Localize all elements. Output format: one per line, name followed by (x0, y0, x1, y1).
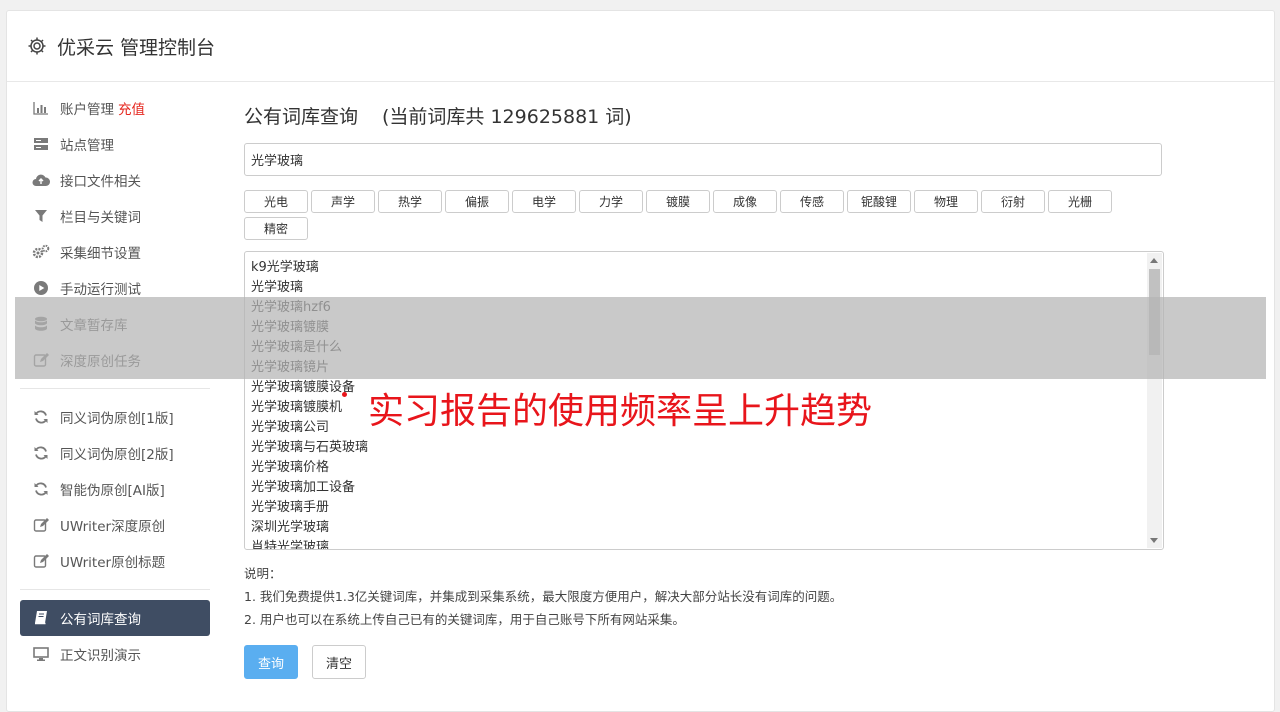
clear-button[interactable]: 清空 (312, 645, 366, 679)
category-tag[interactable]: 光栅 (1048, 190, 1112, 213)
sidebar-item-label: UWriter深度原创 (60, 519, 166, 535)
list-item[interactable]: 深圳光学玻璃 (251, 518, 1163, 538)
scroll-up-icon[interactable] (1150, 258, 1158, 263)
sidebar-item-label: UWriter原创标题 (60, 555, 166, 571)
notes-title: 说明： (244, 566, 282, 581)
overlay-banner (15, 297, 1266, 379)
sidebar-item-uwriter-title[interactable]: UWriter原创标题 (20, 543, 210, 579)
app-title: 优采云 管理控制台 (57, 36, 216, 59)
category-tag[interactable]: 镀膜 (646, 190, 710, 213)
play-circle-icon (32, 280, 50, 296)
list-item[interactable]: 光学玻璃与石英玻璃 (251, 438, 1163, 458)
sidebar-item-label: 正文识别演示 (60, 648, 141, 664)
list-item[interactable]: 肖特光学玻璃 (251, 538, 1163, 549)
category-tag[interactable]: 精密 (244, 217, 308, 240)
page-header: 优采云 管理控制台 (7, 11, 1274, 82)
book-icon (32, 610, 50, 626)
filter-icon (32, 208, 50, 224)
overlay-caption: 实习报告的使用频率呈上升趋势 (368, 391, 873, 432)
sidebar-item-label: 接口文件相关 (60, 174, 141, 190)
sidebar-item-label: 采集细节设置 (60, 246, 141, 262)
sidebar-item-interface-files[interactable]: 接口文件相关 (20, 162, 210, 198)
sidebar-item-label: 栏目与关键词 (60, 210, 141, 226)
category-tags: 光电 声学 热学 偏振 电学 力学 镀膜 成像 传感 铌酸锂 物理 衍射 光栅精密 (244, 190, 1124, 240)
recharge-link[interactable]: 充值 (118, 98, 145, 118)
sidebar-item-sites[interactable]: 站点管理 (20, 126, 210, 162)
note-1: 1. 我们免费提供1.3亿关键词库，并集成到采集系统，最大限度方便用户，解决大部… (244, 589, 843, 604)
action-buttons: 查询 清空 (244, 645, 1164, 679)
cogs-icon (32, 244, 50, 260)
edit-icon (32, 517, 50, 533)
list-item[interactable]: 光学玻璃手册 (251, 498, 1163, 518)
category-tag[interactable]: 偏振 (445, 190, 509, 213)
query-button[interactable]: 查询 (244, 645, 298, 679)
page-title: 公有词库查询 (当前词库共 129625881 词) (244, 102, 1164, 129)
sidebar-item-label: 账户管理 (60, 102, 114, 118)
category-tag[interactable]: 声学 (311, 190, 375, 213)
sidebar-item-label: 公有词库查询 (60, 612, 141, 628)
category-tag[interactable]: 力学 (579, 190, 643, 213)
category-tag[interactable]: 铌酸锂 (847, 190, 911, 213)
sidebar-item-synonym-v1[interactable]: 同义词伪原创[1版] (20, 399, 210, 435)
sidebar: 账户管理充值站点管理接口文件相关栏目与关键词采集细节设置手动运行测试文章暂存库深… (20, 90, 210, 672)
sidebar-item-label: 站点管理 (60, 138, 114, 154)
overlay-dot (342, 392, 347, 397)
category-tag[interactable]: 光电 (244, 190, 308, 213)
sidebar-item-public-lexicon[interactable]: 公有词库查询 (20, 600, 210, 636)
sidebar-item-collect-settings[interactable]: 采集细节设置 (20, 234, 210, 270)
sidebar-item-account[interactable]: 账户管理 充值 (20, 90, 210, 126)
list-item[interactable]: 光学玻璃 (251, 278, 1163, 298)
list-item[interactable]: k9光学玻璃 (251, 258, 1163, 278)
refresh-icon (32, 409, 50, 425)
scroll-down-icon[interactable] (1150, 538, 1158, 543)
page-title-text: 公有词库查询 (244, 106, 359, 128)
sidebar-item-columns-keywords[interactable]: 栏目与关键词 (20, 198, 210, 234)
notes: 说明： 1. 我们免费提供1.3亿关键词库，并集成到采集系统，最大限度方便用户，… (244, 562, 1164, 631)
sidebar-item-label: 同义词伪原创[1版] (60, 411, 174, 427)
lexicon-count: (当前词库共 129625881 词) (382, 106, 632, 128)
sidebar-item-text-recognition[interactable]: 正文识别演示 (20, 636, 210, 672)
sidebar-item-label: 同义词伪原创[2版] (60, 447, 174, 463)
category-tag[interactable]: 物理 (914, 190, 978, 213)
sidebar-item-uwriter-deep[interactable]: UWriter深度原创 (20, 507, 210, 543)
sidebar-item-label: 手动运行测试 (60, 282, 141, 298)
cloud-upload-icon (32, 172, 50, 188)
bar-chart-icon (32, 100, 50, 116)
category-tag[interactable]: 成像 (713, 190, 777, 213)
sidebar-item-synonym-v2[interactable]: 同义词伪原创[2版] (20, 435, 210, 471)
list-item[interactable]: 光学玻璃价格 (251, 458, 1163, 478)
category-tag[interactable]: 电学 (512, 190, 576, 213)
category-tag[interactable]: 热学 (378, 190, 442, 213)
sidebar-item-label: 智能伪原创[AI版] (60, 483, 165, 499)
monitor-icon (32, 646, 50, 662)
category-tag[interactable]: 衍射 (981, 190, 1045, 213)
category-tag[interactable]: 传感 (780, 190, 844, 213)
refresh-icon (32, 445, 50, 461)
server-icon (32, 136, 50, 152)
list-item[interactable]: 光学玻璃加工设备 (251, 478, 1163, 498)
sidebar-item-ai-rewrite[interactable]: 智能伪原创[AI版] (20, 471, 210, 507)
gear-icon (27, 36, 47, 56)
note-2: 2. 用户也可以在系统上传自己已有的关键词库，用于自己账号下所有网站采集。 (244, 612, 685, 627)
sidebar-divider (20, 589, 210, 590)
sidebar-divider (20, 388, 210, 389)
refresh-icon (32, 481, 50, 497)
keyword-search-input[interactable] (244, 143, 1162, 176)
edit-icon (32, 553, 50, 569)
